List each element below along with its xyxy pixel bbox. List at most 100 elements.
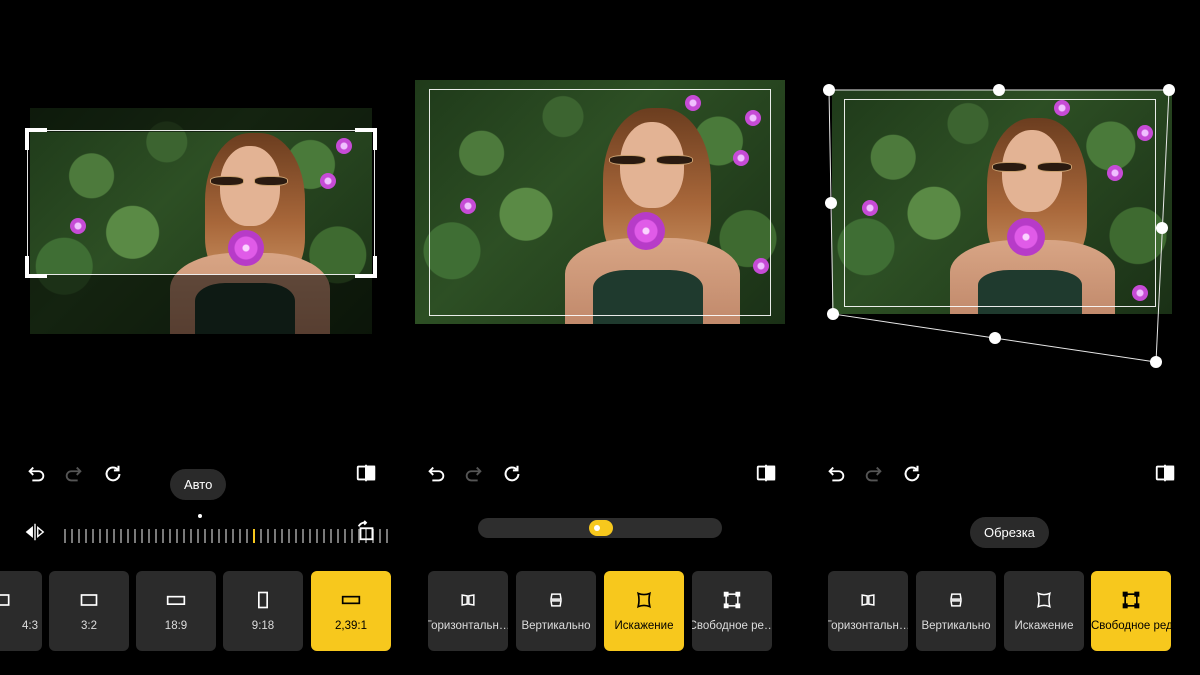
aspect-4-3-icon [0,594,10,606]
free-transform-icon [1122,591,1140,609]
ruler-tick [295,529,297,543]
ruler-tick [323,529,325,543]
compare-icon[interactable] [752,459,780,487]
tile-vertical[interactable]: Вертикально [916,571,996,651]
ruler-tick [78,529,80,543]
crop-frame[interactable] [27,130,375,275]
compare-icon[interactable] [1151,459,1179,487]
redo-icon[interactable] [860,460,888,488]
ruler-tick [225,529,227,543]
ruler-tick [337,529,339,543]
ruler-tick [260,529,262,543]
transform-handle-top-right[interactable] [1163,84,1175,96]
ruler-pointer [198,514,202,518]
crop-handle-top-right[interactable] [355,128,377,150]
undo-icon[interactable] [22,460,50,488]
reset-icon[interactable] [498,460,526,488]
ruler-tick [253,529,255,543]
tile-horizontal[interactable]: Горизонтальн… [828,571,908,651]
ruler-tick [246,529,248,543]
transform-handle-bottom-right[interactable] [1150,356,1162,368]
aspect-9-18-icon [258,591,268,609]
reset-icon[interactable] [898,460,926,488]
reset-icon[interactable] [99,460,127,488]
aspect-239-1-icon [341,595,361,605]
ruler-tick [106,529,108,543]
tooltip-crop: Обрезка [970,517,1049,548]
ruler-tick [211,529,213,543]
ruler-tick [183,529,185,543]
ruler-tick [197,529,199,543]
transform-handle-top-left[interactable] [823,84,835,96]
ruler-tick [71,529,73,543]
tile-distortion[interactable]: Искажение [604,571,684,651]
ruler-tick [113,529,115,543]
crop-handle-bottom-right[interactable] [355,256,377,278]
crop-panel: Авто 4:3 3:2 18:9 9:18 2,39:1 [0,0,400,675]
ruler-tick [274,529,276,543]
transform-handle-bottom-center[interactable] [989,332,1001,344]
ruler-tick [232,529,234,543]
crop-handle-top-left[interactable] [25,128,47,150]
aspect-tile-3-2[interactable]: 3:2 [49,571,129,651]
ruler-tick [218,529,220,543]
ruler-tick [190,529,192,543]
tooltip-auto: Авто [170,469,227,500]
ruler-tick [64,529,66,543]
flip-horizontal-icon[interactable] [21,518,49,546]
transform-handle-left-center[interactable] [825,197,837,209]
compare-icon[interactable] [352,459,380,487]
tile-free-transform[interactable]: Свободное редактирование [1091,571,1171,651]
tile-distortion[interactable]: Искажение [1004,571,1084,651]
ruler-tick [85,529,87,543]
crop-frame[interactable] [429,89,771,316]
ruler-tick [162,529,164,543]
free-transform-icon [723,591,741,609]
redo-icon[interactable] [460,460,488,488]
tile-free-transform[interactable]: Свободное ре… [692,571,772,651]
aspect-3-2-icon [80,594,98,606]
free-transform-panel: Обрезка Горизонтальн… Вертикально Искаже… [800,0,1200,675]
distortion-panel: Горизонтальн… Вертикально Искажение Своб… [400,0,800,675]
transform-handle-top-center[interactable] [993,84,1005,96]
ruler-tick [239,529,241,543]
aspect-tile-4-3[interactable]: 4:3 [0,571,42,651]
ruler-tick [267,529,269,543]
tile-horizontal[interactable]: Горизонтальн… [428,571,508,651]
ruler-tick [99,529,101,543]
vertical-perspective-icon [550,593,562,607]
ruler-tick [204,529,206,543]
ruler-tick [386,529,388,543]
ruler-tick [134,529,136,543]
aspect-18-9-icon [166,595,186,605]
ruler-tick [316,529,318,543]
ruler-tick [344,529,346,543]
distortion-icon [1037,592,1051,608]
tile-vertical[interactable]: Вертикально [516,571,596,651]
rotate-icon[interactable] [352,517,380,545]
ruler-tick [281,529,283,543]
undo-icon[interactable] [822,460,850,488]
transform-handle-right-center[interactable] [1156,222,1168,234]
ruler-tick [155,529,157,543]
ruler-tick [141,529,143,543]
distortion-slider-thumb[interactable] [589,520,613,536]
horizontal-perspective-icon [461,594,475,606]
ruler-tick [120,529,122,543]
ruler-tick [302,529,304,543]
horizontal-perspective-icon [861,594,875,606]
undo-icon[interactable] [422,460,450,488]
aspect-tile-18-9[interactable]: 18:9 [136,571,216,651]
aspect-tile-239-1[interactable]: 2,39:1 [311,571,391,651]
ruler-tick [148,529,150,543]
ruler-tick [92,529,94,543]
redo-icon[interactable] [60,460,88,488]
distortion-icon [636,591,652,609]
rotation-ruler[interactable] [64,529,388,543]
ruler-tick [169,529,171,543]
ruler-tick [176,529,178,543]
aspect-tile-9-18[interactable]: 9:18 [223,571,303,651]
crop-handle-bottom-left[interactable] [25,256,47,278]
transform-handle-bottom-left[interactable] [827,308,839,320]
ruler-tick [330,529,332,543]
